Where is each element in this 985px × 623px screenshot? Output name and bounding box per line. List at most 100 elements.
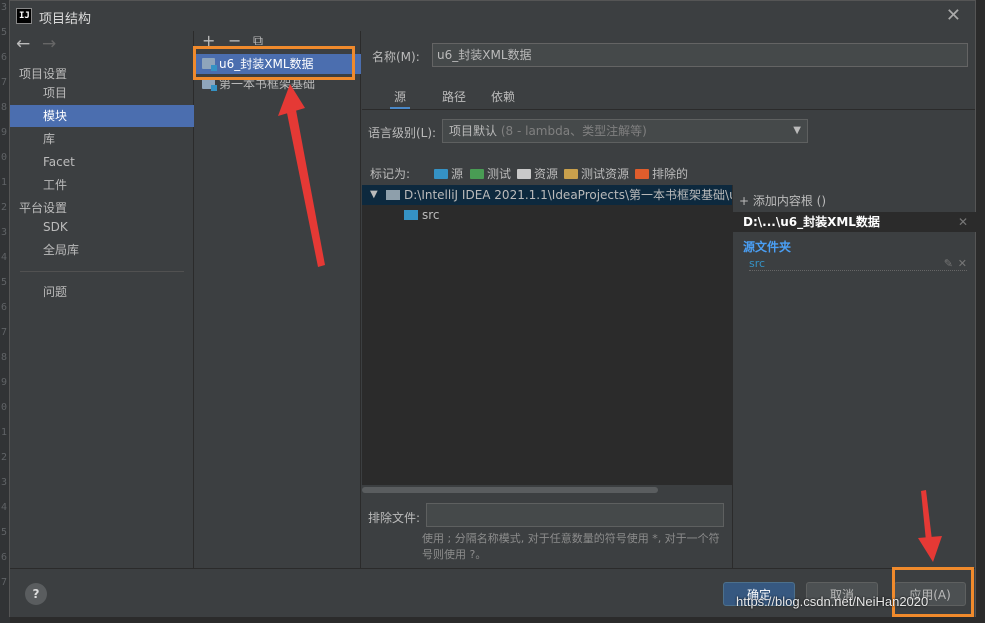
mark-label: 测试: [487, 167, 512, 181]
tree-src-label: src: [422, 208, 440, 222]
test-resources-folder-icon: [564, 169, 578, 179]
watermark-text: https://blog.csdn.net/NeiHan2020: [736, 594, 929, 609]
gutter-line-number: 6: [1, 552, 8, 563]
remove-module-button[interactable]: −: [228, 31, 241, 50]
sidebar-item-sdk[interactable]: SDK: [10, 216, 194, 238]
sidebar-item-global-libraries[interactable]: 全局库: [10, 239, 194, 261]
tests-folder-icon: [470, 169, 484, 179]
tabs-divider: [362, 109, 975, 110]
mark-as-label: 标记为:: [370, 167, 411, 181]
excluded-folder-icon: [635, 169, 649, 179]
module-folder-icon: [202, 58, 217, 71]
gutter-line-number: 2: [1, 452, 8, 463]
intellij-app-icon: IJ: [16, 8, 32, 24]
mark-resources-button[interactable]: 资源: [517, 165, 558, 182]
help-button[interactable]: ?: [25, 583, 47, 605]
project-settings-header: 项目设置: [19, 67, 68, 81]
sidebar-item-problems[interactable]: 问题: [10, 281, 194, 303]
gutter-line-number: 4: [1, 252, 8, 263]
gutter-line-number: 5: [1, 27, 8, 38]
gutter-line-number: 7: [1, 77, 8, 88]
sidebar-item-project[interactable]: 项目: [10, 82, 194, 104]
forward-arrow-icon[interactable]: →: [42, 34, 56, 54]
gutter-line-number: 6: [1, 302, 8, 313]
settings-sidebar: ← → 项目设置 项目 模块 库 Facet 工件 平台设置 SDK 全局库 问…: [10, 31, 194, 568]
chevron-down-icon: ▼: [793, 125, 801, 136]
tree-root-path: D:\IntelliJ IDEA 2021.1.1\IdeaProjects\第…: [404, 188, 732, 202]
language-level-label: 语言级别(L):: [368, 126, 437, 140]
module-list-panel: + − ⧉ u6_封装XML数据 第一本书框架基础: [195, 31, 361, 568]
close-icon[interactable]: ✕: [958, 257, 967, 270]
mark-test-resources-button[interactable]: 测试资源: [564, 165, 629, 182]
chevron-down-icon[interactable]: ▼: [370, 185, 378, 205]
copy-module-button[interactable]: ⧉: [253, 33, 263, 49]
language-level-value: 项目默认: [449, 124, 498, 138]
tree-row-src[interactable]: src: [362, 205, 732, 225]
close-icon[interactable]: ✕: [958, 212, 968, 232]
add-content-root-button[interactable]: + 添加内容根 (): [739, 192, 826, 209]
content-root-path: D:\...\u6_封装XML数据 ✕: [733, 212, 976, 232]
dialog-button-bar: ? 确定 取消 应用(A): [10, 568, 975, 617]
mark-excluded-button[interactable]: 排除的: [635, 165, 688, 182]
module-folder-icon: [202, 78, 217, 91]
sidebar-divider: [20, 271, 184, 272]
tab-sources[interactable]: 源: [390, 88, 411, 110]
gutter-line-number: 3: [1, 227, 8, 238]
sidebar-item-artifacts[interactable]: 工件: [10, 174, 194, 196]
gutter-line-number: 4: [1, 502, 8, 513]
tab-dependencies[interactable]: 依赖: [491, 88, 515, 110]
exclude-files-label: 排除文件:: [368, 511, 421, 525]
module-name-input[interactable]: u6_封装XML数据: [432, 43, 968, 67]
gutter-line-number: 1: [1, 427, 8, 438]
language-level-detail: (8 - lambda、类型注解等): [497, 124, 647, 138]
module-label: u6_封装XML数据: [219, 57, 314, 71]
gutter-line-number: 6: [1, 52, 8, 63]
module-item-parent[interactable]: 第一本书框架基础: [195, 74, 361, 94]
exclude-hint-text: 使用 ; 分隔名称模式, 对于任意数量的符号使用 *, 对于一个符号则使用 ?。: [422, 532, 720, 561]
pencil-icon[interactable]: ✎: [944, 257, 953, 270]
project-structure-dialog: IJ 项目结构 ✕ ← → 项目设置 项目 模块 库 Facet 工件 平台设置…: [9, 0, 976, 617]
sidebar-item-facets[interactable]: Facet: [10, 151, 194, 173]
sidebar-item-libraries[interactable]: 库: [10, 128, 194, 150]
gutter-line-number: 7: [1, 577, 8, 588]
gutter-line-number: 5: [1, 277, 8, 288]
add-module-button[interactable]: +: [202, 31, 215, 50]
gutter-line-number: 7: [1, 327, 8, 338]
gutter-line-number: 8: [1, 352, 8, 363]
gutter-line-number: 2: [1, 202, 8, 213]
source-folder-name: src: [749, 257, 766, 270]
mark-sources-button[interactable]: 源: [434, 165, 463, 182]
module-label: 第一本书框架基础: [219, 77, 316, 91]
tab-paths[interactable]: 路径: [442, 88, 466, 110]
language-level-select[interactable]: 项目默认 (8 - lambda、类型注解等) ▼: [442, 119, 808, 143]
source-folder-icon: [404, 210, 418, 220]
exclude-files-input[interactable]: [426, 503, 724, 527]
close-icon[interactable]: ✕: [946, 5, 961, 26]
source-folders-title: 源文件夹: [743, 240, 792, 254]
title-bar: IJ 项目结构 ✕: [10, 1, 975, 31]
window-title: 项目结构: [39, 12, 92, 27]
source-folder-entry[interactable]: src ✎ ✕: [749, 257, 967, 271]
back-arrow-icon[interactable]: ←: [16, 34, 30, 54]
horizontal-scrollbar[interactable]: [362, 487, 658, 493]
resources-folder-icon: [517, 169, 531, 179]
gutter-line-number: 8: [1, 102, 8, 113]
gutter-line-number: 5: [1, 527, 8, 538]
sidebar-item-modules[interactable]: 模块: [10, 105, 194, 127]
gutter-line-number: 3: [1, 477, 8, 488]
content-root-path-text: D:\...\u6_封装XML数据: [743, 215, 880, 229]
gutter-line-number: 9: [1, 377, 8, 388]
gutter-line-number: 3: [1, 2, 8, 13]
source-tree: ▼ D:\IntelliJ IDEA 2021.1.1\IdeaProjects…: [362, 185, 732, 485]
mark-label: 源: [451, 167, 464, 181]
mark-label: 资源: [534, 167, 559, 181]
tree-row-root[interactable]: ▼ D:\IntelliJ IDEA 2021.1.1\IdeaProjects…: [362, 185, 732, 205]
mark-tests-button[interactable]: 测试: [470, 165, 511, 182]
mark-label: 测试资源: [581, 167, 630, 181]
content-roots-panel: + 添加内容根 () D:\...\u6_封装XML数据 ✕ 源文件夹 src …: [732, 185, 976, 568]
gutter-line-number: 0: [1, 402, 8, 413]
gutter-line-number: 0: [1, 152, 8, 163]
folder-icon: [386, 190, 400, 200]
module-item-u6[interactable]: u6_封装XML数据: [195, 54, 361, 74]
mark-label: 排除的: [652, 167, 689, 181]
